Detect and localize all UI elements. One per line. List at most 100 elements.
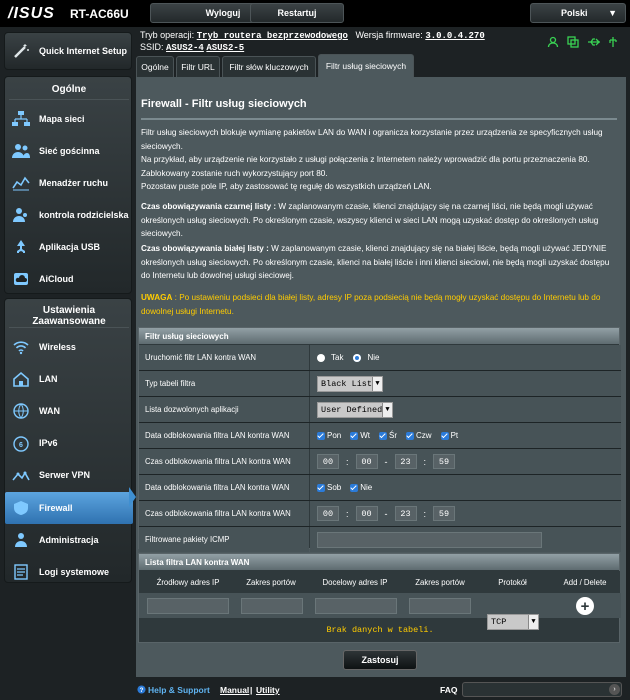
help-support-link[interactable]: Help & Support: [148, 685, 210, 695]
sidebar-item-mapa-sieci[interactable]: Mapa sieci: [5, 103, 133, 135]
time-field-1[interactable]: 00: [355, 454, 378, 469]
weekday-row: Data odblokowania filtra LAN kontra WAN …: [139, 423, 621, 449]
sidebar-item-wireless[interactable]: Wireless: [5, 331, 133, 363]
weekend-time-label: Czas odblokowania filtra LAN kontra WAN: [139, 501, 309, 526]
day-checkbox-3[interactable]: Czw: [406, 431, 432, 440]
sidebar-item-kontrola-rodzicielska[interactable]: kontrola rodzicielska: [5, 199, 133, 231]
aicloud-icon: [11, 270, 31, 288]
sidebar-item-menadżer-ruchu[interactable]: Menadżer ruchu: [5, 167, 133, 199]
tab-keyword-filter[interactable]: Filtr słów kluczowych: [222, 56, 316, 77]
sidebar-item-sieć-gościnna[interactable]: Sieć gościnna: [5, 135, 133, 167]
col-protocol: Protokół: [475, 571, 550, 593]
source-port-input[interactable]: [241, 598, 303, 614]
active-pointer: [129, 487, 136, 507]
dest-port-input[interactable]: [409, 598, 471, 614]
blacklist-description: Czas obowiązywania czarnej listy : W zap…: [141, 202, 599, 238]
sidebar-item-ipv6[interactable]: 6 IPv6: [5, 428, 133, 460]
arrow-right-icon: ›: [613, 686, 616, 693]
icmp-input[interactable]: [317, 531, 542, 548]
allowed-apps-select[interactable]: User Defined ▼: [317, 401, 393, 418]
description-2: Na przykład, aby urządzenie nie korzysta…: [141, 155, 590, 178]
filter-settings-table: Filtr usług sieciowych Uruchomić filtr L…: [138, 327, 621, 552]
time-field-2[interactable]: 23: [394, 454, 417, 469]
yes-label: Tak: [331, 353, 344, 362]
help-icon: ?: [137, 685, 146, 696]
sidebar-item-aicloud[interactable]: AiCloud: [5, 263, 133, 295]
tab-url-filter[interactable]: Filtr URL: [176, 56, 220, 77]
enable-yes-radio[interactable]: [317, 353, 325, 362]
vpn-icon: [11, 467, 31, 485]
day-checkbox-0[interactable]: Pon: [317, 431, 341, 440]
chevron-down-icon: ▼: [382, 402, 392, 417]
sidebar-item-serwer-vpn[interactable]: Serwer VPN: [5, 460, 133, 492]
ssid-line: SSID: ASUS2-4 ASUS2-5: [140, 42, 245, 53]
network-status-icon[interactable]: [567, 36, 579, 48]
checkbox[interactable]: [440, 431, 449, 440]
firmware-link[interactable]: 3.0.0.4.270: [425, 31, 484, 41]
operation-mode-link[interactable]: Tryb routera bezprzewodowego: [197, 31, 348, 41]
usb-device-icon[interactable]: [607, 36, 619, 48]
filter-type-select[interactable]: Black List ▼: [317, 375, 383, 392]
weekend-label: Data odblokowania filtra LAN kontra WAN: [139, 475, 309, 500]
wan-icon: [11, 402, 31, 420]
checkbox[interactable]: [379, 431, 388, 440]
time-field-3[interactable]: 59: [433, 454, 456, 469]
sidebar-item-label: IPv6: [39, 438, 58, 449]
sidebar-item-lan[interactable]: LAN: [5, 363, 133, 395]
time-field-0[interactable]: 00: [317, 506, 339, 521]
warning-note: UWAGA : Po ustawieniu podsieci dla białe…: [141, 293, 601, 316]
language-select[interactable]: Polski ▼: [530, 3, 626, 23]
add-rule-button[interactable]: +: [576, 597, 594, 615]
faq-search-input[interactable]: [462, 682, 622, 697]
sidebar-item-wan[interactable]: WAN: [5, 395, 133, 427]
footer-separator: |: [250, 685, 253, 695]
day-label: Pon: [327, 431, 342, 440]
sidebar-item-administracja[interactable]: Administracja: [5, 524, 133, 556]
day-checkbox-1[interactable]: Wt: [350, 431, 370, 440]
firewall-icon: [11, 499, 31, 517]
time-field-3[interactable]: 59: [433, 506, 456, 521]
day-label: Sob: [327, 483, 342, 492]
day-checkbox-2[interactable]: Śr: [379, 431, 397, 440]
apply-button[interactable]: Zastosuj: [343, 650, 417, 670]
utility-link[interactable]: Utility: [256, 685, 280, 695]
sidebar-item-label: WAN: [39, 405, 60, 416]
user-status-icon[interactable]: [547, 36, 559, 48]
sidebar-item-label: Administracja: [39, 534, 99, 545]
source-ip-input[interactable]: [147, 598, 229, 614]
checkbox[interactable]: [350, 483, 359, 492]
enable-no-radio[interactable]: [353, 353, 362, 362]
time-field-0[interactable]: 00: [317, 454, 339, 469]
weekday-label: Data odblokowania filtra LAN kontra WAN: [139, 423, 309, 448]
ssid-24-link[interactable]: ASUS2-4: [166, 43, 204, 53]
checkbox[interactable]: [350, 431, 359, 440]
allowed-apps-value: User Defined: [321, 404, 383, 415]
wand-icon: [11, 42, 31, 60]
utility-label: Utility: [256, 685, 280, 695]
sidebar-item-aplikacja-usb[interactable]: Aplikacja USB: [5, 231, 133, 263]
usb-status-icon[interactable]: [587, 36, 600, 48]
day-checkbox-4[interactable]: Pt: [440, 431, 458, 440]
manual-link[interactable]: Manual: [220, 685, 249, 695]
quick-setup-panel[interactable]: Quick Internet Setup: [4, 32, 132, 70]
restart-button[interactable]: Restartuj: [250, 3, 344, 23]
quick-setup-item[interactable]: Quick Internet Setup: [5, 35, 133, 67]
sidebar-item-logi-systemowe[interactable]: Logi systemowe: [5, 556, 133, 588]
tab-network-service-filter[interactable]: Filtr usług sieciowych: [318, 54, 414, 77]
day-checkbox-1[interactable]: Nie: [350, 483, 372, 492]
time-separator: -: [384, 456, 388, 467]
tab-general[interactable]: Ogólne: [136, 56, 174, 77]
dest-ip-input[interactable]: [315, 598, 397, 614]
time-field-2[interactable]: 23: [394, 506, 417, 521]
day-checkbox-0[interactable]: Sob: [317, 483, 341, 492]
time-field-1[interactable]: 00: [355, 506, 378, 521]
day-label: Czw: [416, 431, 432, 440]
sidebar-item-firewall[interactable]: Firewall: [5, 492, 133, 524]
faq-search-button[interactable]: ›: [609, 684, 620, 695]
ssid-5-link[interactable]: ASUS2-5: [206, 43, 244, 53]
checkbox[interactable]: [406, 431, 415, 440]
allowed-apps-label: Lista dozwolonych aplikacji: [139, 397, 309, 422]
checkbox[interactable]: [317, 431, 325, 440]
checkbox[interactable]: [317, 483, 325, 492]
quick-setup-label: Quick Internet Setup: [39, 45, 128, 56]
